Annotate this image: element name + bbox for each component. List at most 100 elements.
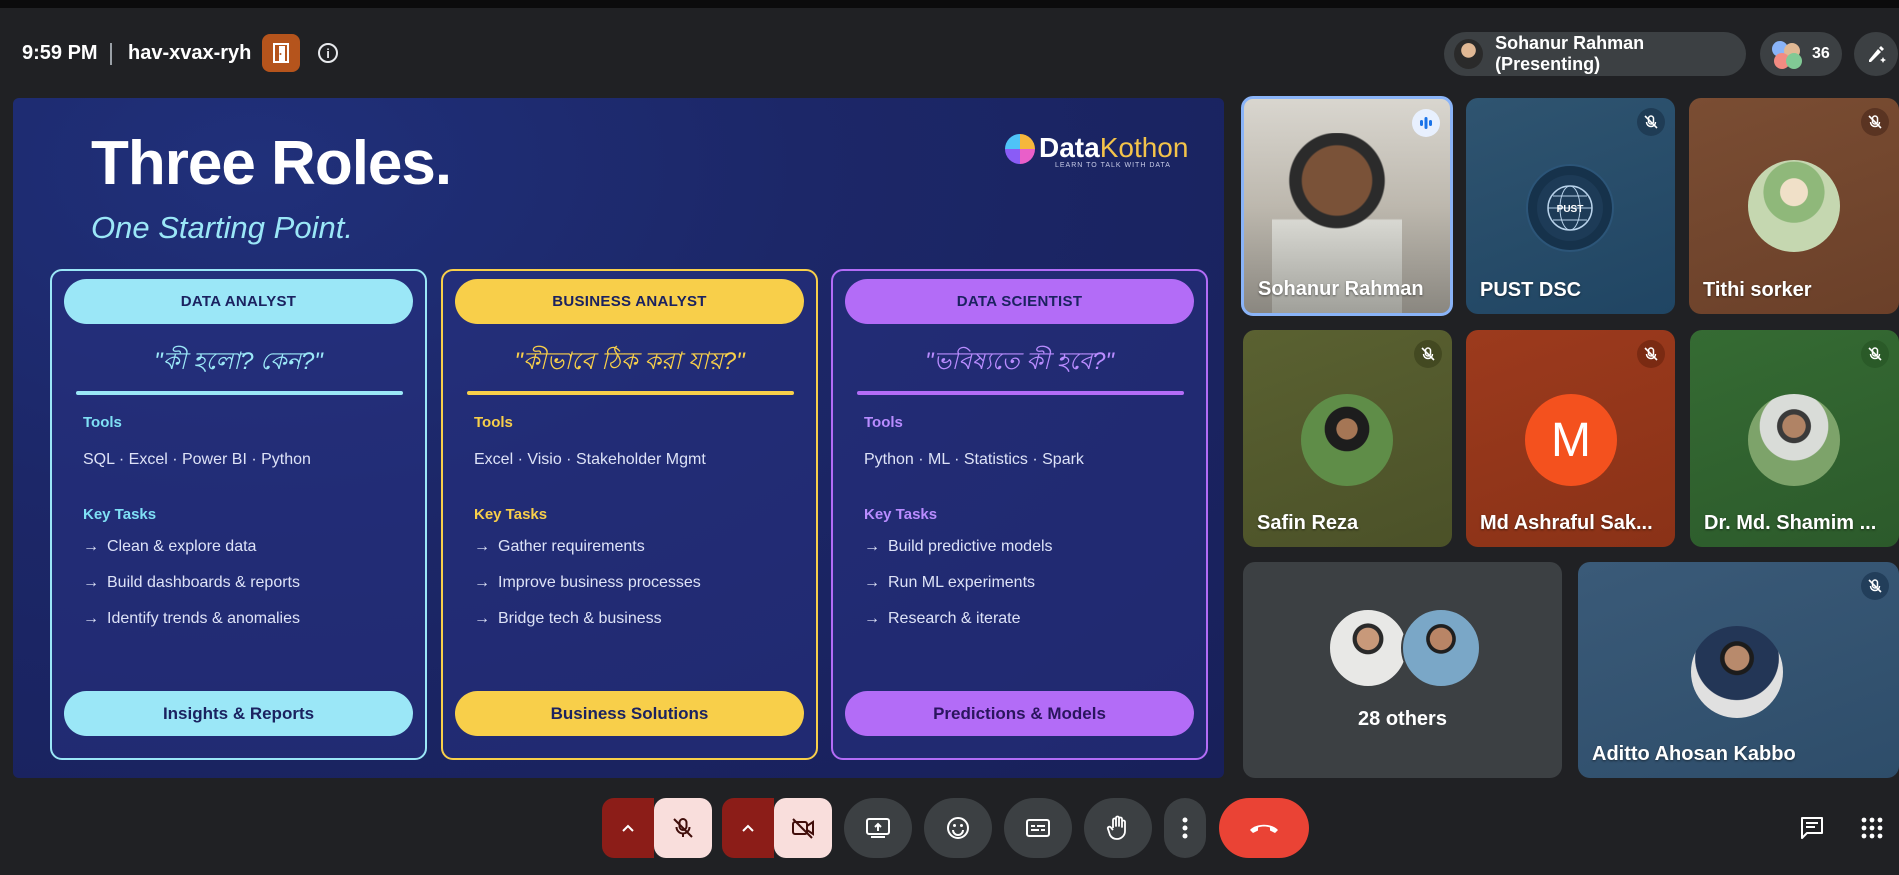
avatar <box>1328 608 1408 688</box>
participants-avatars-icon <box>1770 39 1804 69</box>
speaking-indicator <box>1412 109 1440 137</box>
activities-button[interactable] <box>1852 808 1892 848</box>
task-text: Run ML experiments <box>888 574 1036 591</box>
emoji-reactions-button[interactable] <box>924 798 992 858</box>
mic-toggle-button[interactable] <box>654 798 712 858</box>
header-divider <box>110 43 112 65</box>
avatar <box>1301 394 1393 486</box>
muted-indicator <box>1637 340 1665 368</box>
avatar-initial: M <box>1525 394 1617 486</box>
avatar <box>1748 160 1840 252</box>
key-tasks-label: Key Tasks <box>864 506 938 523</box>
participants-button[interactable]: 36 <box>1760 32 1842 76</box>
door-button[interactable] <box>262 34 300 72</box>
participant-tile-dr-shamim[interactable]: Dr. Md. Shamim ... <box>1690 330 1899 547</box>
role-pill: BUSINESS ANALYST <box>455 279 804 324</box>
globe-network-icon: PUST <box>1547 185 1593 231</box>
slide-title: Three Roles. <box>91 129 452 198</box>
key-tasks-label: Key Tasks <box>83 506 157 523</box>
info-icon[interactable]: i <box>318 43 338 63</box>
presentation-slide: Three Roles. One Starting Point. DataKot… <box>13 98 1224 778</box>
captions-icon <box>1026 819 1050 837</box>
audio-options-button[interactable] <box>602 798 654 858</box>
muted-indicator <box>1861 572 1889 600</box>
mic-off-icon <box>1868 579 1882 593</box>
outcome-pill: Business Solutions <box>455 691 804 736</box>
participant-name: Safin Reza <box>1257 512 1359 534</box>
more-options-button[interactable] <box>1164 798 1206 858</box>
avatar <box>1748 394 1840 486</box>
card-divider <box>76 391 403 395</box>
captions-button[interactable] <box>1004 798 1072 858</box>
role-card-data-analyst: DATA ANALYST "কী হলো? কেন?" Tools SQL · … <box>50 269 427 760</box>
mic-control <box>602 798 712 858</box>
mic-off-icon <box>673 818 693 838</box>
avatar-initial-letter: M <box>1551 413 1591 467</box>
task-text: Build predictive models <box>888 538 1053 555</box>
avatar <box>1691 626 1783 718</box>
door-icon <box>273 43 289 63</box>
window-top-strip <box>0 0 1899 8</box>
task-item: → Build predictive models <box>864 538 1053 555</box>
task-item: → Gather requirements <box>474 538 645 555</box>
participant-tile-md-ashraful[interactable]: M Md Ashraful Sak... <box>1466 330 1675 547</box>
presenter-label: Sohanur Rahman (Presenting) <box>1495 33 1645 74</box>
presenter-avatar <box>1454 39 1484 69</box>
role-card-data-scientist: DATA SCIENTIST "ভবিষ্যতে কী হবে?" Tools … <box>831 269 1208 760</box>
participant-tile-safin[interactable]: Safin Reza <box>1243 330 1452 547</box>
outcome-pill: Predictions & Models <box>845 691 1194 736</box>
video-off-icon <box>792 818 814 839</box>
leave-call-button[interactable] <box>1219 798 1309 858</box>
edit-button[interactable] <box>1854 32 1898 76</box>
role-quote: "কীভাবে ঠিক করা যায়?" <box>514 348 745 375</box>
raise-hand-icon <box>1106 815 1126 840</box>
card-divider <box>857 391 1184 395</box>
participant-tile-aditto[interactable]: Aditto Ahosan Kabbo <box>1578 562 1899 778</box>
task-item: → Clean & explore data <box>83 538 257 555</box>
role-quote: "ভবিষ্যতে কী হবে?" <box>925 348 1114 375</box>
muted-indicator <box>1637 108 1665 136</box>
participant-tile-pust-dsc[interactable]: PUST PUST DSC <box>1466 98 1675 314</box>
task-item: → Build dashboards & reports <box>83 574 300 591</box>
tools-list: SQL · Excel · Power BI · Python <box>83 451 311 468</box>
brand-tagline: LEARN TO TALK WITH DATA <box>1055 162 1171 169</box>
task-text: Improve business processes <box>498 574 701 591</box>
participant-name: Md Ashraful Sak... <box>1480 512 1653 534</box>
mic-off-icon <box>1868 115 1882 129</box>
clock-time: 9:59 PM <box>22 42 98 64</box>
presenter-chip[interactable]: Sohanur Rahman (Presenting) <box>1444 32 1746 76</box>
raise-hand-button[interactable] <box>1084 798 1152 858</box>
task-text: Research & iterate <box>888 610 1021 627</box>
participant-name: Dr. Md. Shamim ... <box>1704 512 1877 534</box>
tools-list: Python · ML · Statistics · Spark <box>864 451 1084 468</box>
pust-dsc-logo: PUST <box>1526 164 1614 252</box>
task-item: → Bridge tech & business <box>474 610 662 627</box>
others-tile[interactable]: 28 others <box>1243 562 1562 778</box>
participant-tile-tithi[interactable]: Tithi sorker <box>1689 98 1899 314</box>
task-text: Gather requirements <box>498 538 645 555</box>
mic-off-icon <box>1421 347 1435 361</box>
camera-toggle-button[interactable] <box>774 798 832 858</box>
present-screen-button[interactable] <box>844 798 912 858</box>
role-pill: DATA ANALYST <box>64 279 413 324</box>
video-options-button[interactable] <box>722 798 774 858</box>
audio-wave-icon <box>1420 117 1432 129</box>
tools-label: Tools <box>864 414 903 431</box>
key-tasks-label: Key Tasks <box>474 506 548 523</box>
participant-name: PUST DSC <box>1480 279 1582 301</box>
brand-name: DataKothon <box>1039 132 1188 164</box>
tools-label: Tools <box>83 414 122 431</box>
mic-off-icon <box>1868 347 1882 361</box>
chat-button[interactable] <box>1792 808 1832 848</box>
brand-logo: DataKothon LEARN TO TALK WITH DATA <box>995 126 1195 170</box>
meeting-controls-bar <box>0 790 1899 875</box>
others-count-label: 28 others <box>1358 708 1447 730</box>
tools-label: Tools <box>474 414 513 431</box>
brand-name-part1: Data <box>1039 132 1100 163</box>
role-card-business-analyst: BUSINESS ANALYST "কীভাবে ঠিক করা যায়?" … <box>441 269 818 760</box>
participant-tile-sohanur[interactable]: Sohanur Rahman <box>1241 96 1453 316</box>
task-text: Clean & explore data <box>107 538 257 555</box>
mic-off-icon <box>1644 347 1658 361</box>
more-vert-icon <box>1182 817 1188 839</box>
role-quote: "কী হলো? কেন?" <box>154 348 323 375</box>
